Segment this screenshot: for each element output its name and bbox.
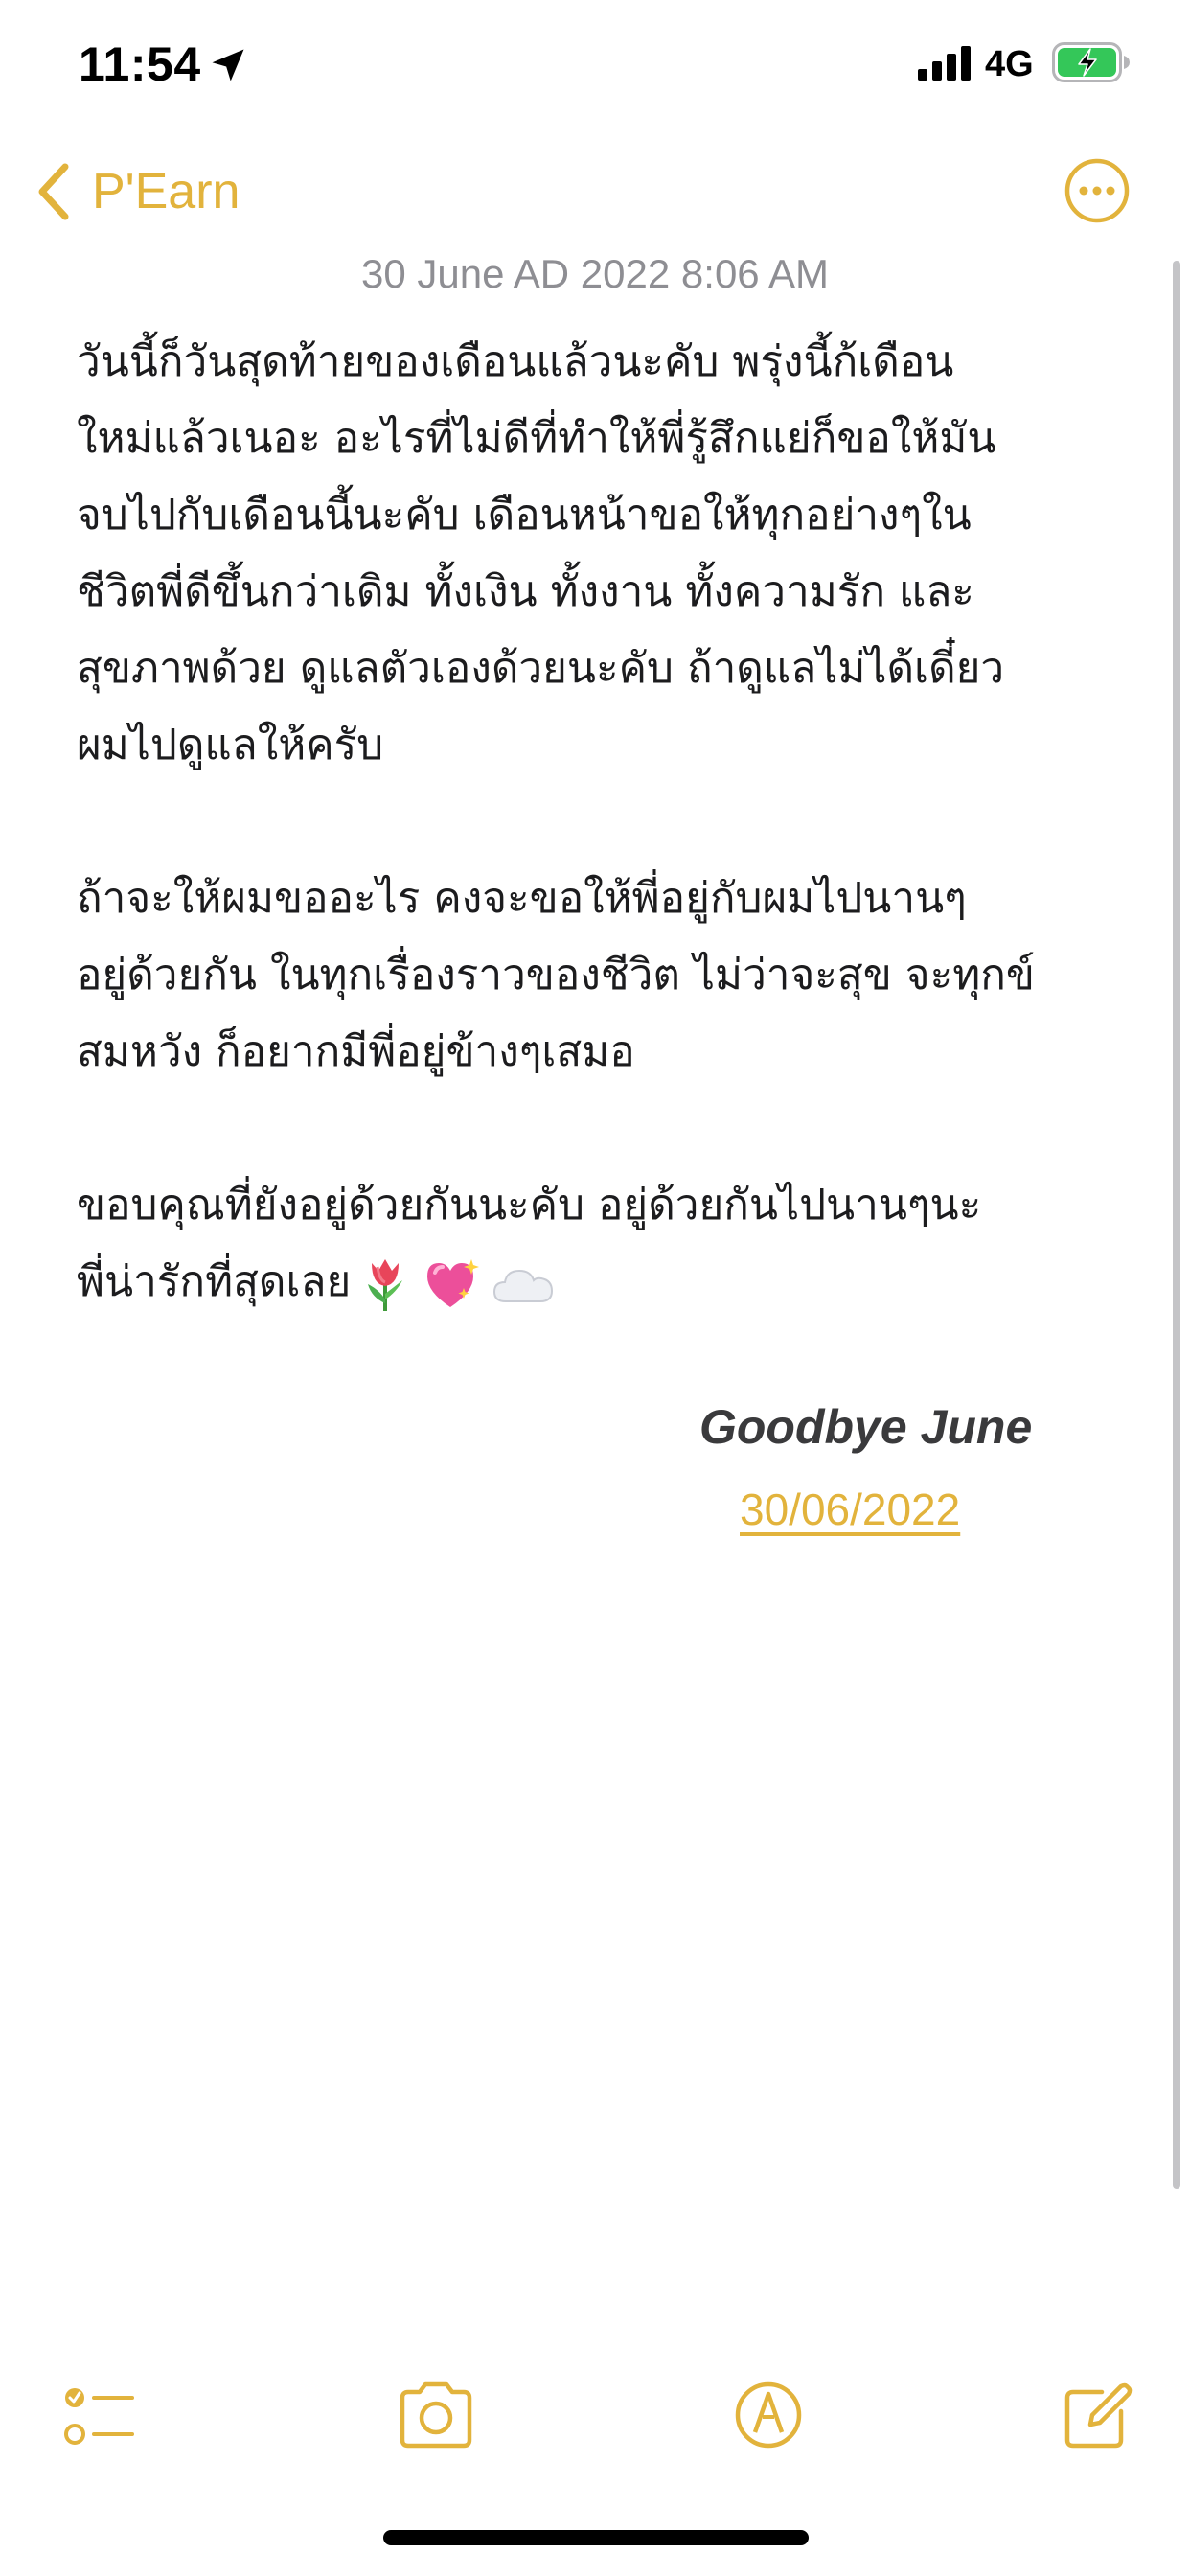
network-type-label: 4G <box>985 44 1034 84</box>
note-timestamp: 30 June AD 2022 8:06 AM <box>360 251 830 296</box>
location-arrow-icon <box>212 49 244 81</box>
chevron-left-icon <box>38 163 69 220</box>
more-options-icon[interactable] <box>1064 157 1131 224</box>
sparkling-heart-emoji-icon <box>427 1259 480 1307</box>
note-signature: Goodbye June <box>699 1400 1033 1454</box>
camera-icon[interactable] <box>397 2380 475 2450</box>
back-button-label: P'Earn <box>92 164 240 219</box>
compose-icon[interactable] <box>1062 2380 1133 2451</box>
battery-charging-icon <box>1052 42 1130 82</box>
notes-screen: 11:54 4G P'Earn 30 June AD 2022 8:06 AM … <box>0 0 1190 2576</box>
cloud-emoji-icon <box>493 1269 554 1302</box>
checklist-icon[interactable] <box>63 2380 136 2453</box>
back-button[interactable]: P'Earn <box>34 153 240 230</box>
scrollbar[interactable] <box>1173 261 1180 2189</box>
note-body[interactable]: วันนี้ก็วันสุดท้ายของเดือนแล้วนะคับ พรุ่… <box>77 324 1111 1321</box>
tulip-emoji-icon <box>368 1259 403 1311</box>
status-bar: 11:54 4G <box>0 0 1190 134</box>
note-paragraph: ถ้าจะให้ผมขออะไร คงจะขอให้พี่อยู่กับผมไป… <box>77 874 1035 1076</box>
emoji-group <box>358 1255 554 1313</box>
detected-date-link[interactable]: 30/06/2022 <box>740 1484 960 1535</box>
home-indicator[interactable] <box>383 2530 809 2545</box>
cellular-signal-icon <box>918 46 971 80</box>
note-paragraph: วันนี้ก็วันสุดท้ายของเดือนแล้วนะคับ พรุ่… <box>77 337 1005 770</box>
bottom-toolbar <box>0 2358 1190 2472</box>
status-time: 11:54 <box>79 37 201 91</box>
markup-pen-icon[interactable] <box>734 2380 803 2450</box>
